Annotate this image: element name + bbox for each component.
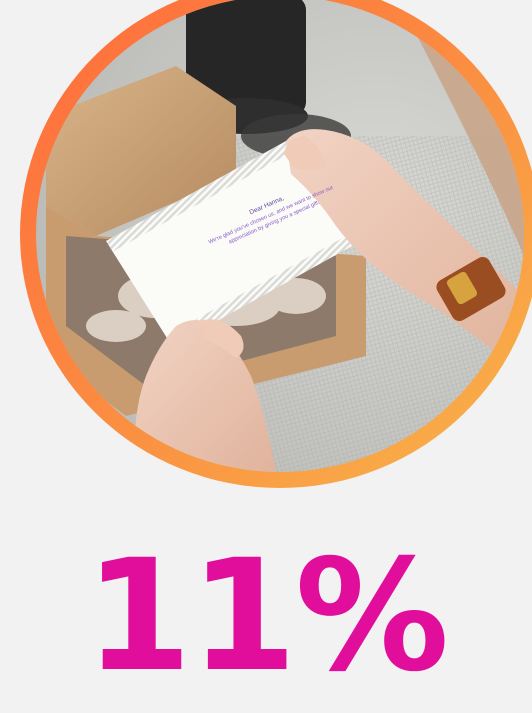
stat-value: 11% [84, 527, 450, 706]
page: Dear Hanna, We're glad you've chosen us,… [0, 0, 532, 713]
gift-card-photo [36, 0, 524, 472]
photo-illustration [36, 0, 524, 472]
